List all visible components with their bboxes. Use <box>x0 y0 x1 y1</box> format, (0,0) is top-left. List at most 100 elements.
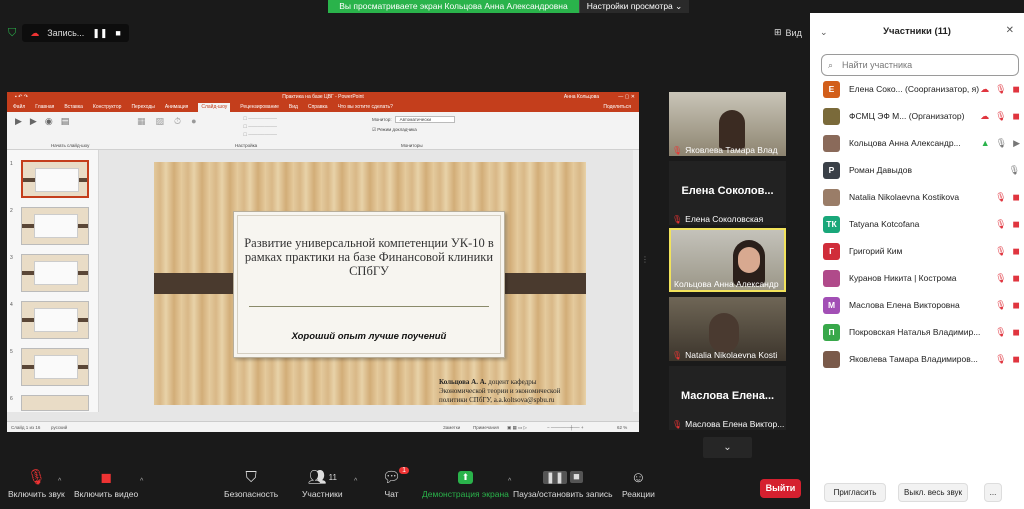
participant-row[interactable]: ТК Tatyana Kotcofana 🎙︎ ◼︎ <box>810 211 1024 238</box>
video-off-icon: ◼︎ <box>1012 192 1020 202</box>
menu-design[interactable]: Конструктор <box>93 103 122 112</box>
recording-pill: ☁ Запись... ❚❚ ■ <box>22 24 129 42</box>
participants-button[interactable]: 👥︎ 11 Участники <box>302 465 343 509</box>
play-icon[interactable]: ▶ <box>15 116 22 127</box>
video-tile[interactable]: 🎙︎ Natalia Nikolaevna Kosti <box>669 297 786 361</box>
slide-author: Кольцова А. А. доцент кафедры Экономичес… <box>439 378 561 404</box>
menu-view[interactable]: Вид <box>289 103 298 112</box>
ribbon-group-start: Начать слайд-шоу <box>51 143 90 148</box>
menu-transitions[interactable]: Переходы <box>131 103 154 112</box>
audio-options-caret[interactable]: ^ <box>58 478 61 485</box>
ppt-title: Практика на базе ЦВГ - PowerPoint <box>282 94 364 100</box>
video-options-caret[interactable]: ^ <box>140 478 143 485</box>
menu-help[interactable]: Справка <box>308 103 328 112</box>
mic-muted-icon: 🎙︎ <box>672 145 683 155</box>
participant-row[interactable]: Кольцова Анна Александр... ▲ 🎙︎ ▶ <box>810 130 1024 157</box>
participant-row[interactable]: Р Роман Давыдов 🎙︎ <box>810 157 1024 184</box>
participant-row[interactable]: П Покровская Наталья Владимир... 🎙︎ ◼︎ <box>810 319 1024 346</box>
close-icon[interactable]: ✕ <box>1006 25 1014 36</box>
menu-file[interactable]: Файл <box>13 103 25 112</box>
monitor-select[interactable]: Монитор: Автоматически <box>372 116 455 123</box>
play-from-current-icon[interactable]: ▶ <box>30 116 37 127</box>
unmute-button[interactable]: 🎙︎ Включить звук <box>8 465 65 509</box>
participant-row[interactable]: Г Григорий Ким 🎙︎ ◼︎ <box>810 238 1024 265</box>
share-screen-button[interactable]: ⬆ Демонстрация экрана <box>422 465 509 509</box>
record-icon[interactable]: ● <box>191 116 196 127</box>
video-off-icon: ◼︎ <box>1012 354 1020 364</box>
participant-row[interactable]: Куранов Никита | Кострома 🎙︎ ◼︎ <box>810 265 1024 292</box>
share-button[interactable]: Поделиться <box>603 103 631 112</box>
vertical-scrollbar[interactable] <box>633 150 639 412</box>
check-timings[interactable]: ☐ ───────── <box>243 123 363 131</box>
slide-thumbnail[interactable] <box>21 301 89 339</box>
leave-button[interactable]: Выйти <box>760 479 801 498</box>
slide-title: Развитие универсальной компетенции УК-10… <box>244 236 494 278</box>
participant-row[interactable]: М Маслова Елена Викторовна 🎙︎ ◼︎ <box>810 292 1024 319</box>
view-button[interactable]: ⊞ Вид <box>774 27 802 38</box>
stop-recording-icon[interactable]: ■ <box>115 28 120 38</box>
mic-muted-icon: 🎙︎ <box>995 84 1007 94</box>
participant-row[interactable]: Е Елена Соко... (Соорганизатор, я) ☁ 🎙︎ ◼︎ <box>810 76 1024 103</box>
participant-row[interactable]: Яковлева Тамара Владимиров... 🎙︎ ◼︎ <box>810 346 1024 373</box>
check-controls[interactable]: ☐ ───────── <box>243 131 363 139</box>
gallery-next-page-button[interactable]: ⌄ <box>703 437 752 458</box>
video-off-icon: ◼︎ <box>1012 300 1020 310</box>
participant-row[interactable]: Natalia Nikolaevna Kostikova 🎙︎ ◼︎ <box>810 184 1024 211</box>
mic-muted-icon: 🎙︎ <box>995 273 1007 283</box>
shield-icon: ⛉ <box>245 468 257 486</box>
zoom-slider[interactable]: − ──────┼── + <box>547 422 583 432</box>
share-options-caret[interactable]: ^ <box>508 478 511 485</box>
menu-slideshow[interactable]: Слайд-шоу <box>198 103 231 112</box>
pause-stop-recording-button[interactable]: ❚❚ ■ Пауза/остановить запись <box>513 465 613 509</box>
slide-thumbnail[interactable] <box>21 207 89 245</box>
pause-recording-icon[interactable]: ❚❚ <box>92 28 107 39</box>
hide-slide-icon[interactable]: ▨ <box>156 116 165 127</box>
slide-thumbnail[interactable] <box>21 395 89 411</box>
more-options-button[interactable]: ... <box>984 483 1002 502</box>
mute-all-button[interactable]: Выкл. весь звук <box>898 483 968 502</box>
rehearse-icon[interactable]: ⏱ <box>174 116 181 127</box>
chat-button[interactable]: 💬︎ 1 Чат <box>382 465 410 509</box>
participant-search-input[interactable]: ⌕ Найти участника <box>821 54 1019 76</box>
slide-thumbnail[interactable] <box>21 254 89 292</box>
menu-tellme[interactable]: Что вы хотите сделать? <box>338 103 393 112</box>
video-off-icon: ◼︎ <box>1012 84 1020 94</box>
view-options-button[interactable]: Настройки просмотра ⌄ <box>579 0 689 13</box>
view-mode-icons[interactable]: ▣ ▦ ▭ ▷ <box>507 422 527 432</box>
mic-muted-icon: 🎙︎ <box>672 419 683 429</box>
check-narration[interactable]: ☐ ───────── <box>243 115 363 123</box>
menu-home[interactable]: Главная <box>35 103 54 112</box>
reactions-button[interactable]: ☺ Реакции <box>622 465 655 509</box>
ribbon-setup-icons: ▦ ▨ ⏱ ● <box>137 116 197 127</box>
slide-band-right <box>498 273 586 294</box>
online-present-icon[interactable]: ◉ <box>45 116 53 127</box>
search-icon: ⌕ <box>828 60 834 70</box>
presenter-mode-checkbox[interactable]: ☑ Режим докладчика <box>372 127 417 133</box>
notes-button[interactable]: Заметки <box>443 422 460 432</box>
avatar <box>823 189 840 206</box>
participants-options-caret[interactable]: ^ <box>354 478 357 485</box>
comments-button[interactable]: Примечания <box>473 422 499 432</box>
zoom-level[interactable]: 62 % <box>617 422 627 432</box>
video-tile[interactable]: Елена Соколов... 🎙︎ Елена Соколовская <box>669 161 786 225</box>
splitter-handle[interactable]: ⋮ <box>641 255 649 264</box>
video-tile[interactable]: 🎙︎ Яковлева Тамара Влад <box>669 92 786 156</box>
invite-button[interactable]: Пригласить <box>824 483 886 502</box>
slide-thumbnail[interactable] <box>21 348 89 386</box>
participant-row[interactable]: ФСМЦ ЭФ М... (Организатор) ☁ 🎙︎ ◼︎ <box>810 103 1024 130</box>
mic-muted-icon: 🎙︎ <box>995 354 1007 364</box>
video-tile[interactable]: Маслова Елена... 🎙︎ Маслова Елена Виктор.… <box>669 366 786 430</box>
setup-show-icon[interactable]: ▦ <box>137 116 146 127</box>
menu-review[interactable]: Рецензирование <box>240 103 279 112</box>
menu-insert[interactable]: Вставка <box>64 103 83 112</box>
menu-animation[interactable]: Анимация <box>165 103 188 112</box>
video-tile-active-speaker[interactable]: Кольцова Анна Александр <box>669 228 786 292</box>
slide-thumbnail[interactable] <box>21 160 89 198</box>
monitor-value[interactable]: Автоматически <box>394 116 455 123</box>
cloud-record-icon: ☁ <box>30 27 40 38</box>
slide-band-left <box>154 273 234 294</box>
custom-show-icon[interactable]: ▤ <box>61 116 70 127</box>
thumb-number: 4 <box>10 302 13 308</box>
start-video-button[interactable]: ◼︎ Включить видео <box>74 465 138 509</box>
security-button[interactable]: ⛉ Безопасность <box>224 465 278 509</box>
